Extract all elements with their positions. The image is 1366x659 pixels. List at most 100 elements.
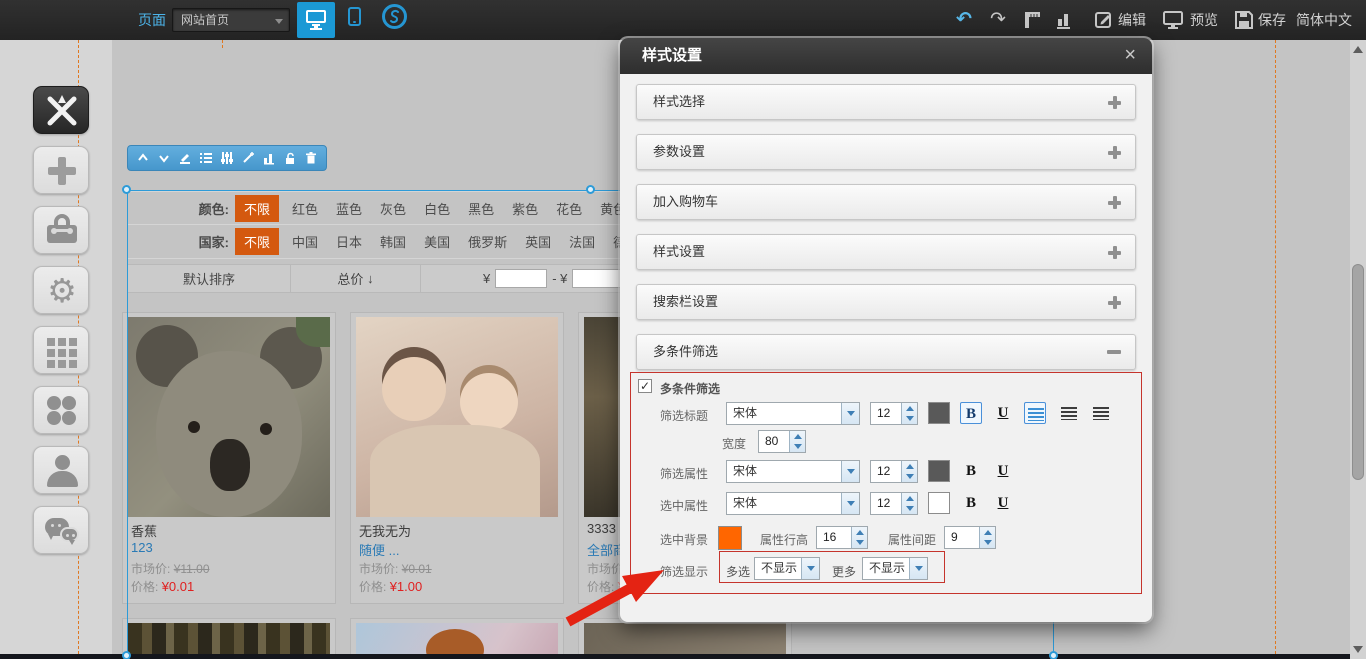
filter-chip[interactable]: 韩国 bbox=[380, 232, 406, 251]
chevron-down-icon bbox=[275, 19, 283, 24]
collapse-minus-icon[interactable] bbox=[1107, 350, 1121, 354]
person-icon bbox=[55, 455, 70, 470]
sliders-icon[interactable] bbox=[220, 151, 234, 165]
filter-chip-selected[interactable]: 不限 bbox=[235, 195, 279, 222]
filter-chip[interactable]: 俄罗斯 bbox=[468, 232, 507, 251]
ruler-pencil-icon bbox=[34, 87, 90, 135]
undo-icon[interactable]: ↶ bbox=[956, 0, 972, 40]
page-select-value: 网站首页 bbox=[181, 13, 229, 27]
product-link[interactable]: 123 bbox=[131, 540, 153, 555]
market-price: 市场价: ¥11.00 bbox=[131, 560, 210, 577]
filter-chip[interactable]: 灰色 bbox=[380, 199, 406, 218]
module-toolbar bbox=[127, 145, 327, 171]
filter-chip[interactable]: 中国 bbox=[292, 232, 318, 251]
stats-chart-icon[interactable] bbox=[1054, 10, 1074, 35]
price-min-input[interactable] bbox=[495, 269, 547, 288]
edit-content-icon[interactable] bbox=[178, 151, 192, 165]
resize-handle[interactable] bbox=[1049, 651, 1058, 659]
sort-total-price[interactable]: 总价 ↓ bbox=[291, 265, 421, 292]
filter-label: 国家: bbox=[127, 232, 235, 251]
expand-plus-icon[interactable] bbox=[1108, 246, 1121, 259]
sidebar-item-modules-grid[interactable] bbox=[33, 326, 89, 374]
close-icon[interactable]: × bbox=[1124, 38, 1136, 72]
monitor-icon bbox=[310, 28, 322, 30]
accordion-multi-filter[interactable]: 多条件筛选 bbox=[636, 334, 1136, 370]
scroll-up-icon[interactable] bbox=[1353, 46, 1363, 53]
price-max-input[interactable] bbox=[572, 269, 624, 288]
gear-icon: ⚙ bbox=[34, 267, 90, 315]
accordion-style-settings[interactable]: 样式设置 bbox=[636, 234, 1136, 270]
preview-button[interactable]: 预览 bbox=[1190, 0, 1218, 40]
top-toolbar: 页面 网站首页 ↶ ↷ 编辑 预览 保存 简体中文 bbox=[0, 0, 1366, 40]
edit-button[interactable]: 编辑 bbox=[1118, 0, 1146, 40]
expand-plus-icon[interactable] bbox=[1108, 146, 1121, 159]
expand-plus-icon[interactable] bbox=[1108, 96, 1121, 109]
desktop-view-button[interactable] bbox=[297, 2, 335, 38]
page-select[interactable]: 网站首页 bbox=[172, 8, 290, 32]
sidebar-item-apps[interactable] bbox=[33, 386, 89, 434]
sidebar-item-settings[interactable]: ⚙ bbox=[33, 266, 89, 314]
expand-plus-icon[interactable] bbox=[1108, 196, 1121, 209]
filter-chip[interactable]: 花色 bbox=[556, 199, 582, 218]
move-up-icon[interactable] bbox=[136, 151, 150, 165]
monitor-icon bbox=[306, 10, 326, 23]
product-card[interactable] bbox=[350, 618, 564, 659]
scrollbar-thumb[interactable] bbox=[1352, 264, 1364, 480]
filter-chip[interactable]: 美国 bbox=[424, 232, 450, 251]
filter-chip[interactable]: 红色 bbox=[292, 199, 318, 218]
product-card[interactable]: 香蕉 123 市场价: ¥11.00 价格: ¥0.01 bbox=[122, 312, 336, 604]
filter-chip[interactable]: 黑色 bbox=[468, 199, 494, 218]
filter-chip[interactable]: 法国 bbox=[569, 232, 595, 251]
sidebar-item-add-module[interactable] bbox=[33, 146, 89, 194]
accordion-params[interactable]: 参数设置 bbox=[636, 134, 1136, 170]
sale-price: 价格: ¥1.00 bbox=[359, 578, 422, 595]
filter-chip[interactable]: 英国 bbox=[525, 232, 551, 251]
lock-icon[interactable] bbox=[283, 151, 297, 165]
sidebar-item-wechat[interactable] bbox=[33, 506, 89, 554]
expand-plus-icon[interactable] bbox=[1108, 296, 1121, 309]
chart-icon[interactable] bbox=[262, 151, 276, 165]
sidebar-item-toolbox[interactable] bbox=[33, 206, 89, 254]
scroll-down-icon[interactable] bbox=[1353, 646, 1363, 653]
product-link[interactable]: 随便 ... bbox=[359, 540, 399, 559]
image-shape bbox=[260, 423, 272, 435]
product-card[interactable]: 无我无为 随便 ... 市场价: ¥0.01 价格: ¥1.00 bbox=[350, 312, 564, 604]
filter-chip[interactable]: 日本 bbox=[336, 232, 362, 251]
preview-monitor-icon[interactable] bbox=[1162, 10, 1184, 35]
page-footer-edge bbox=[0, 654, 1366, 659]
resize-handle[interactable] bbox=[122, 651, 131, 659]
accordion-search-bar[interactable]: 搜索栏设置 bbox=[636, 284, 1136, 320]
save-floppy-icon[interactable] bbox=[1234, 10, 1254, 35]
sort-default[interactable]: 默认排序 bbox=[128, 265, 291, 292]
filter-chip-selected[interactable]: 不限 bbox=[235, 228, 279, 255]
move-down-icon[interactable] bbox=[157, 151, 171, 165]
edit-icon[interactable] bbox=[1094, 10, 1114, 35]
dialog-header[interactable]: 样式设置 × bbox=[620, 38, 1152, 74]
filter-chip[interactable]: 白色 bbox=[424, 199, 450, 218]
product-card[interactable] bbox=[122, 618, 336, 659]
language-switch[interactable]: 简体中文 bbox=[1296, 0, 1352, 40]
image-shape bbox=[156, 351, 302, 517]
guide-line-right bbox=[1275, 40, 1276, 659]
site-link-button[interactable] bbox=[379, 2, 411, 38]
vertical-scrollbar[interactable] bbox=[1350, 40, 1366, 659]
redo-icon[interactable]: ↷ bbox=[990, 0, 1006, 40]
sidebar-item-design-tools[interactable] bbox=[33, 86, 89, 134]
resize-handle[interactable] bbox=[586, 185, 595, 194]
filter-chip[interactable]: 紫色 bbox=[512, 199, 538, 218]
accordion-style-choose[interactable]: 样式选择 bbox=[636, 84, 1136, 120]
mobile-view-button[interactable] bbox=[341, 2, 371, 38]
plus-icon bbox=[48, 167, 76, 175]
magic-wand-icon[interactable] bbox=[241, 151, 255, 165]
accordion-add-cart[interactable]: 加入购物车 bbox=[636, 184, 1136, 220]
save-button[interactable]: 保存 bbox=[1258, 0, 1286, 40]
clover-icon bbox=[47, 396, 61, 410]
range-dash-label: - ¥ bbox=[552, 271, 567, 286]
filter-chip[interactable]: 蓝色 bbox=[336, 199, 362, 218]
ruler-icon[interactable] bbox=[1022, 10, 1042, 35]
trash-icon[interactable] bbox=[304, 151, 318, 165]
resize-handle[interactable] bbox=[122, 185, 131, 194]
list-settings-icon[interactable] bbox=[199, 151, 213, 165]
image-shape bbox=[370, 425, 540, 517]
sidebar-item-member[interactable] bbox=[33, 446, 89, 494]
